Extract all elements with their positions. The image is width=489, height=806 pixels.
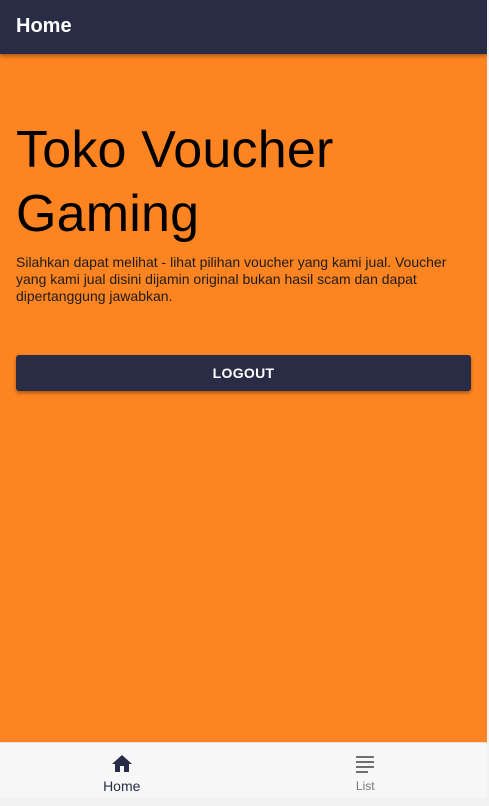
system-bar-strip — [0, 798, 487, 806]
list-icon — [356, 756, 375, 773]
page-title: Home — [16, 15, 72, 37]
main-content: Toko Voucher Gaming Silahkan dapat melih… — [16, 118, 471, 305]
app-bar: Home — [0, 0, 487, 54]
store-description: Silahkan dapat melihat - lihat pilihan v… — [16, 254, 447, 304]
home-icon — [111, 755, 132, 772]
store-headline: Toko Voucher Gaming — [16, 121, 334, 243]
nav-label-list: List — [355, 779, 375, 793]
nav-label-home: Home — [103, 778, 141, 794]
logout-button[interactable]: LOGOUT — [16, 355, 471, 391]
home-screen: Home Toko Voucher Gaming Silahkan dapat … — [0, 0, 487, 806]
nav-item-home[interactable]: Home — [0, 743, 244, 799]
nav-item-list[interactable]: List — [244, 743, 488, 799]
bottom-navigation: Home List — [0, 742, 487, 799]
